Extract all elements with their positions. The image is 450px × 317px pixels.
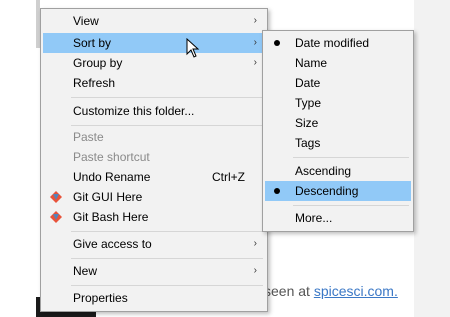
sort-option-more[interactable]: More... — [265, 208, 411, 228]
menu-item-undo-rename[interactable]: Undo Rename Ctrl+Z — [43, 167, 265, 187]
menu-separator — [293, 157, 409, 158]
menu-item-label: Git Bash Here — [73, 210, 149, 224]
chevron-right-icon: › — [253, 15, 257, 26]
menu-item-label: Git GUI Here — [73, 190, 143, 204]
menu-item-refresh[interactable]: Refresh — [43, 73, 265, 93]
sort-option-name[interactable]: Name — [265, 53, 411, 73]
chevron-right-icon: › — [253, 37, 257, 48]
menu-separator — [71, 285, 263, 286]
menu-item-label: Properties — [73, 291, 128, 305]
menu-item-new[interactable]: New › — [43, 261, 265, 281]
menu-item-paste[interactable]: Paste — [43, 127, 265, 147]
menu-separator — [71, 258, 263, 259]
menu-item-properties[interactable]: Properties — [43, 288, 265, 308]
git-icon — [50, 191, 62, 203]
menu-item-label: Undo Rename — [73, 170, 151, 184]
menu-item-label: Sort by — [73, 36, 112, 50]
menu-item-label: Type — [295, 96, 322, 110]
menu-separator — [293, 205, 409, 206]
menu-item-label: Tags — [295, 136, 321, 150]
menu-item-paste-shortcut[interactable]: Paste shortcut — [43, 147, 265, 167]
menu-separator — [71, 97, 263, 98]
explorer-background-left — [0, 0, 40, 317]
menu-item-label: Refresh — [73, 76, 116, 90]
menu-item-label: Ascending — [295, 164, 352, 178]
menu-item-label: Descending — [295, 184, 359, 198]
menu-item-label: Customize this folder... — [73, 104, 195, 118]
desktop-context-menu: View › Sort by › Group by › Refresh Cust… — [40, 8, 268, 312]
menu-item-label: Paste — [73, 130, 104, 144]
menu-item-label: More... — [295, 211, 333, 225]
sort-order-descending[interactable]: Descending — [265, 181, 411, 201]
sort-option-tags[interactable]: Tags — [265, 133, 411, 153]
menu-item-git-gui[interactable]: Git GUI Here — [43, 187, 265, 207]
menu-item-shortcut: Ctrl+Z — [212, 170, 245, 184]
menu-item-label: Give access to — [73, 237, 152, 251]
sort-option-date-modified[interactable]: Date modified — [265, 33, 411, 53]
background-text-prefix: seen at — [264, 283, 314, 299]
background-text: seen at spicesci.com. — [264, 283, 398, 299]
sort-option-type[interactable]: Type — [265, 93, 411, 113]
chevron-right-icon: › — [253, 238, 257, 249]
radio-bullet-icon — [274, 188, 280, 194]
git-icon — [50, 211, 62, 223]
menu-item-group-by[interactable]: Group by › — [43, 53, 265, 73]
menu-item-label: New — [73, 264, 98, 278]
menu-item-customize-folder[interactable]: Customize this folder... — [43, 101, 265, 121]
background-link[interactable]: spicesci.com. — [314, 283, 398, 299]
mouse-cursor-icon — [186, 38, 200, 58]
menu-item-label: Date modified — [295, 36, 370, 50]
menu-item-give-access[interactable]: Give access to › — [43, 234, 265, 254]
menu-item-label: Group by — [73, 56, 123, 70]
menu-item-sort-by[interactable]: Sort by › — [43, 33, 265, 53]
menu-item-view[interactable]: View › — [43, 11, 265, 31]
sort-option-date[interactable]: Date — [265, 73, 411, 93]
menu-item-label: Name — [295, 56, 328, 70]
menu-item-label: Date — [295, 76, 321, 90]
menu-separator — [71, 125, 263, 126]
menu-item-label: View — [73, 14, 99, 28]
sort-option-size[interactable]: Size — [265, 113, 411, 133]
sort-by-submenu: Date modified Name Date Type Size Tags A… — [262, 30, 414, 232]
explorer-background-right — [414, 0, 450, 317]
menu-item-git-bash[interactable]: Git Bash Here — [43, 207, 265, 227]
menu-item-label: Paste shortcut — [73, 150, 150, 164]
menu-item-label: Size — [295, 116, 319, 130]
chevron-right-icon: › — [253, 265, 257, 276]
sort-order-ascending[interactable]: Ascending — [265, 161, 411, 181]
chevron-right-icon: › — [253, 57, 257, 68]
menu-separator — [71, 231, 263, 232]
radio-bullet-icon — [274, 40, 280, 46]
